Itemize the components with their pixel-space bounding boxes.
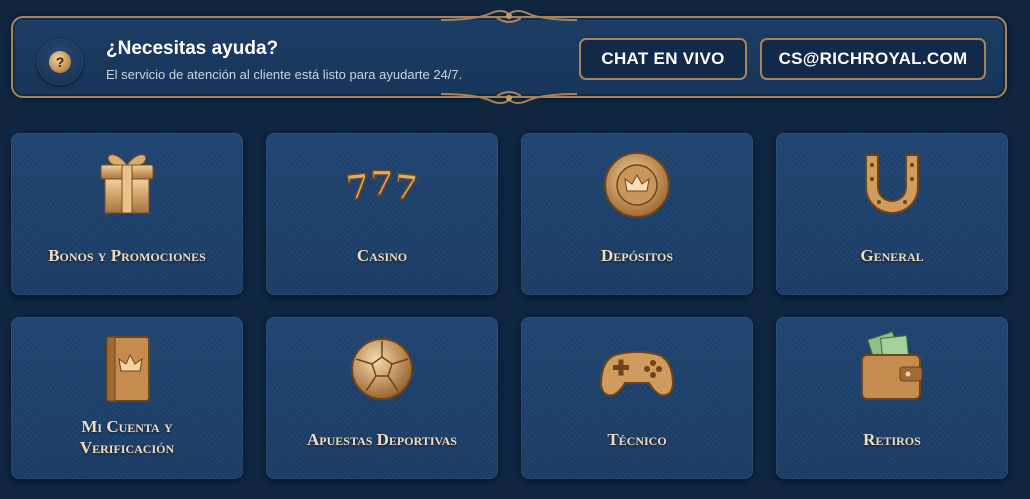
book-icon bbox=[106, 336, 150, 402]
gift-icon bbox=[100, 154, 154, 214]
slot-777-icon: 7 7 7 bbox=[343, 163, 420, 210]
category-tile-retiros[interactable]: Retiros bbox=[776, 317, 1008, 479]
help-title: ¿Necesitas ayuda? bbox=[106, 38, 279, 59]
question-icon: ? bbox=[49, 51, 71, 73]
category-label: Bonos y Promociones bbox=[48, 246, 206, 265]
category-tile-tecnico[interactable]: Técnico bbox=[521, 317, 753, 479]
wallet-icon bbox=[861, 331, 923, 400]
category-tile-mi-cuenta[interactable]: Mi Cuenta y Verificación bbox=[11, 317, 243, 479]
live-chat-button[interactable]: CHAT EN VIVO bbox=[579, 38, 747, 80]
football-icon bbox=[351, 338, 413, 400]
category-tile-casino[interactable]: 7 7 7 Casino bbox=[266, 133, 498, 295]
svg-text:7: 7 bbox=[370, 164, 394, 204]
svg-text:7: 7 bbox=[344, 167, 372, 209]
help-icon-badge: ? bbox=[37, 39, 83, 85]
chip-icon bbox=[604, 152, 670, 218]
category-tile-depositos[interactable]: Depósitos bbox=[521, 133, 753, 295]
category-label-line-1: Mi Cuenta y bbox=[81, 417, 173, 436]
category-label: Apuestas Deportivas bbox=[307, 430, 457, 449]
category-label: Depósitos bbox=[600, 246, 674, 265]
category-label: Retiros bbox=[863, 430, 921, 449]
category-tile-general[interactable]: General bbox=[776, 133, 1008, 295]
svg-text:7: 7 bbox=[392, 167, 420, 209]
category-tile-bonos[interactable]: Bonos y Promociones bbox=[11, 133, 243, 295]
category-label: Casino bbox=[356, 246, 408, 265]
gamepad-icon bbox=[599, 351, 675, 397]
help-banner: ? ¿Necesitas ayuda? El servicio de atenc… bbox=[11, 10, 1007, 104]
category-tile-apuestas[interactable]: Apuestas Deportivas bbox=[266, 317, 498, 479]
ornament-top-icon bbox=[440, 10, 578, 23]
help-subtitle: El servicio de atención al cliente está … bbox=[106, 67, 463, 82]
support-email-button[interactable]: CS@RICHROYAL.COM bbox=[760, 38, 986, 80]
ornament-bottom-icon bbox=[440, 91, 578, 104]
category-label: General bbox=[860, 246, 924, 265]
horseshoe-icon bbox=[865, 154, 919, 214]
category-label-line-2: Verificación bbox=[79, 438, 175, 457]
category-label: Mi Cuenta y Verificación bbox=[17, 416, 237, 458]
category-label: Técnico bbox=[607, 430, 667, 449]
